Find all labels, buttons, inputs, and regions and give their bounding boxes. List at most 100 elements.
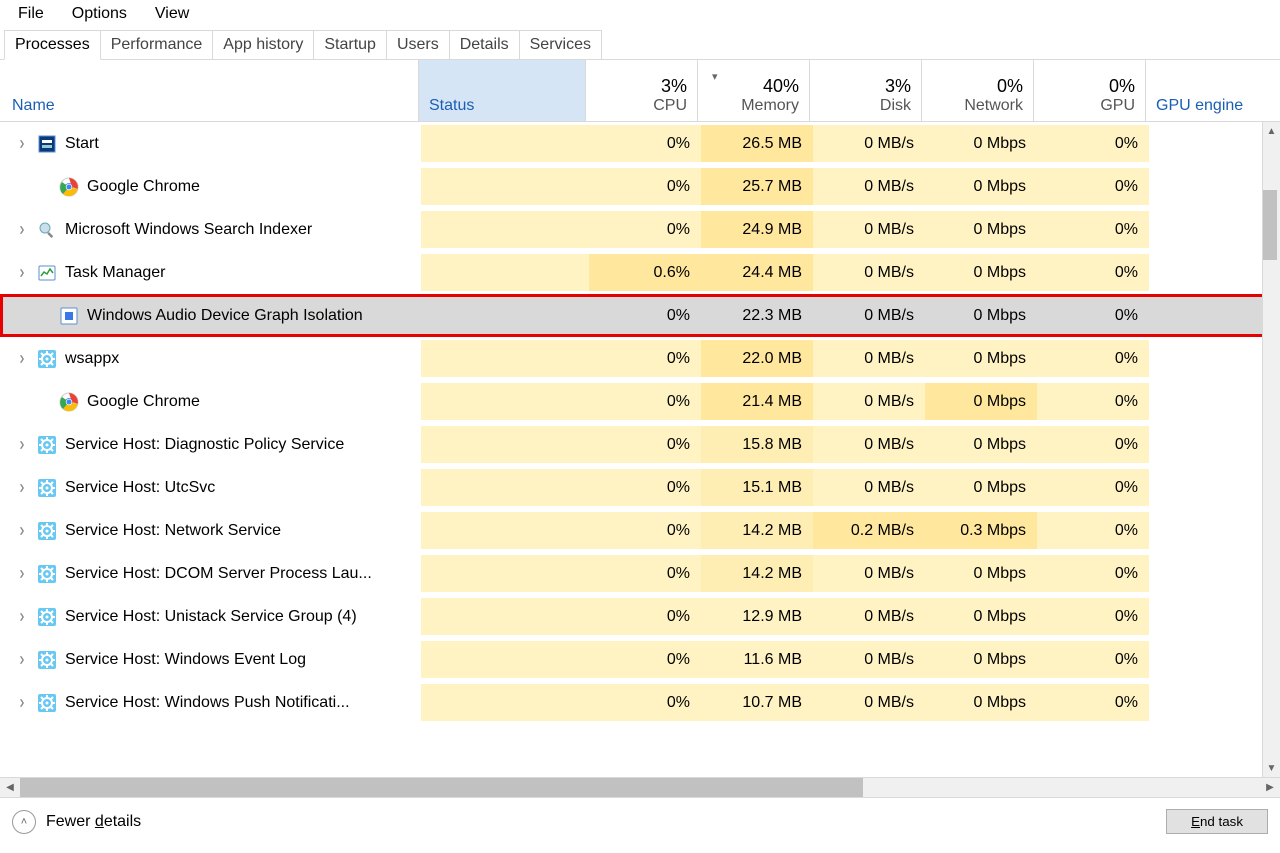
- fewer-details-label: Fewer details: [46, 813, 141, 831]
- col-memory[interactable]: ▾ 40% Memory: [698, 60, 810, 121]
- table-row[interactable]: ❯ Service Host: Network Service 0% 14.2 …: [0, 509, 1280, 552]
- end-task-button[interactable]: End task: [1166, 809, 1268, 834]
- cell-network: 0.3 Mbps: [925, 512, 1037, 549]
- cell-status: [421, 598, 589, 635]
- table-row[interactable]: ❯ Service Host: Windows Push Notificati.…: [0, 681, 1280, 724]
- cell-gpu: 0%: [1037, 512, 1149, 549]
- cell-memory: 11.6 MB: [701, 641, 813, 678]
- col-network[interactable]: 0% Network: [922, 60, 1034, 121]
- cell-gpu: 0%: [1037, 168, 1149, 205]
- expand-icon[interactable]: ❯: [17, 526, 27, 535]
- cell-network: 0 Mbps: [925, 555, 1037, 592]
- cell-network: 0 Mbps: [925, 641, 1037, 678]
- table-row[interactable]: Google Chrome 0% 21.4 MB 0 MB/s 0 Mbps 0…: [0, 380, 1280, 423]
- process-name: Service Host: Diagnostic Policy Service: [65, 436, 344, 454]
- table-row[interactable]: ❯ Task Manager 0.6% 24.4 MB 0 MB/s 0 Mbp…: [0, 251, 1280, 294]
- process-name: Task Manager: [65, 264, 166, 282]
- tab-services[interactable]: Services: [519, 30, 602, 59]
- cell-gpu: 0%: [1037, 125, 1149, 162]
- cell-gpu: 0%: [1037, 211, 1149, 248]
- col-gpu-engine[interactable]: GPU engine: [1146, 60, 1280, 121]
- expand-icon[interactable]: ❯: [17, 139, 27, 148]
- cell-memory: 26.5 MB: [701, 125, 813, 162]
- process-rows: ❯ Start 0% 26.5 MB 0 MB/s 0 Mbps 0% Goog…: [0, 122, 1280, 777]
- tab-users[interactable]: Users: [386, 30, 450, 59]
- table-row[interactable]: ❯ Start 0% 26.5 MB 0 MB/s 0 Mbps 0%: [0, 122, 1280, 165]
- cell-gpu-engine: [1149, 684, 1277, 721]
- table-row[interactable]: ❯ Service Host: UtcSvc 0% 15.1 MB 0 MB/s…: [0, 466, 1280, 509]
- cell-gpu-engine: [1149, 297, 1277, 334]
- expand-icon[interactable]: ❯: [17, 440, 27, 449]
- menu-view[interactable]: View: [141, 3, 203, 25]
- chevron-up-icon: ˄: [12, 810, 36, 834]
- cell-network: 0 Mbps: [925, 469, 1037, 506]
- table-row[interactable]: ❯ Microsoft Windows Search Indexer 0% 24…: [0, 208, 1280, 251]
- start-icon: [37, 134, 57, 154]
- table-row[interactable]: Windows Audio Device Graph Isolation 0% …: [0, 294, 1280, 337]
- cell-gpu-engine: [1149, 340, 1277, 377]
- table-row[interactable]: ❯ wsappx 0% 22.0 MB 0 MB/s 0 Mbps 0%: [0, 337, 1280, 380]
- process-name: Start: [65, 135, 99, 153]
- tab-processes[interactable]: Processes: [4, 30, 101, 60]
- expand-icon[interactable]: ❯: [17, 698, 27, 707]
- scroll-left-icon[interactable]: ◀: [0, 778, 20, 797]
- col-cpu[interactable]: 3% CPU: [586, 60, 698, 121]
- cell-name: ❯ Microsoft Windows Search Indexer: [3, 211, 421, 248]
- scrollbar-thumb[interactable]: [1263, 190, 1277, 260]
- gear-icon: [37, 607, 57, 627]
- process-name: Microsoft Windows Search Indexer: [65, 221, 312, 239]
- cell-name: Windows Audio Device Graph Isolation: [3, 297, 421, 334]
- sort-descending-icon: ▾: [712, 70, 718, 83]
- col-name[interactable]: Name: [0, 60, 418, 121]
- expand-icon[interactable]: ❯: [17, 268, 27, 277]
- cell-memory: 21.4 MB: [701, 383, 813, 420]
- cell-gpu-engine: [1149, 426, 1277, 463]
- tab-app-history[interactable]: App history: [212, 30, 314, 59]
- scroll-up-icon[interactable]: ▲: [1263, 122, 1280, 140]
- expand-icon[interactable]: ❯: [17, 655, 27, 664]
- hscroll-track[interactable]: [20, 778, 1260, 797]
- cell-memory: 14.2 MB: [701, 512, 813, 549]
- chrome-icon: [59, 177, 79, 197]
- hscroll-thumb[interactable]: [20, 778, 863, 797]
- tab-details[interactable]: Details: [449, 30, 520, 59]
- menu-options[interactable]: Options: [58, 3, 141, 25]
- tab-startup[interactable]: Startup: [313, 30, 387, 59]
- expand-icon[interactable]: ❯: [17, 354, 27, 363]
- table-row[interactable]: ❯ Service Host: DCOM Server Process Lau.…: [0, 552, 1280, 595]
- menu-file[interactable]: File: [4, 3, 58, 25]
- table-row[interactable]: ❯ Service Host: Unistack Service Group (…: [0, 595, 1280, 638]
- tab-performance[interactable]: Performance: [100, 30, 214, 59]
- table-row[interactable]: ❯ Service Host: Diagnostic Policy Servic…: [0, 423, 1280, 466]
- cell-gpu: 0%: [1037, 555, 1149, 592]
- expand-icon[interactable]: ❯: [17, 569, 27, 578]
- cell-memory: 10.7 MB: [701, 684, 813, 721]
- cell-gpu-engine: [1149, 254, 1277, 291]
- cell-cpu: 0%: [589, 512, 701, 549]
- col-disk[interactable]: 3% Disk: [810, 60, 922, 121]
- scroll-right-icon[interactable]: ▶: [1260, 778, 1280, 797]
- fewer-details-button[interactable]: ˄ Fewer details: [12, 810, 141, 834]
- expand-icon[interactable]: ❯: [17, 483, 27, 492]
- cell-memory: 24.4 MB: [701, 254, 813, 291]
- col-status[interactable]: Status: [418, 60, 586, 121]
- cell-status: [421, 254, 589, 291]
- cell-gpu: 0%: [1037, 598, 1149, 635]
- menubar: File Options View: [0, 0, 1280, 28]
- table-row[interactable]: ❯ Service Host: Windows Event Log 0% 11.…: [0, 638, 1280, 681]
- expand-icon[interactable]: ❯: [17, 225, 27, 234]
- scroll-down-icon[interactable]: ▼: [1263, 759, 1280, 777]
- cell-memory: 25.7 MB: [701, 168, 813, 205]
- vertical-scrollbar[interactable]: ▲ ▼: [1262, 122, 1280, 777]
- cell-cpu: 0%: [589, 383, 701, 420]
- footer: ˄ Fewer details End task: [0, 797, 1280, 845]
- table-row[interactable]: Google Chrome 0% 25.7 MB 0 MB/s 0 Mbps 0…: [0, 165, 1280, 208]
- expand-icon[interactable]: ❯: [17, 612, 27, 621]
- cell-cpu: 0%: [589, 641, 701, 678]
- process-name: Service Host: Network Service: [65, 522, 281, 540]
- cell-gpu: 0%: [1037, 383, 1149, 420]
- cell-gpu: 0%: [1037, 469, 1149, 506]
- cell-network: 0 Mbps: [925, 254, 1037, 291]
- horizontal-scrollbar[interactable]: ◀ ▶: [0, 777, 1280, 797]
- col-gpu[interactable]: 0% GPU: [1034, 60, 1146, 121]
